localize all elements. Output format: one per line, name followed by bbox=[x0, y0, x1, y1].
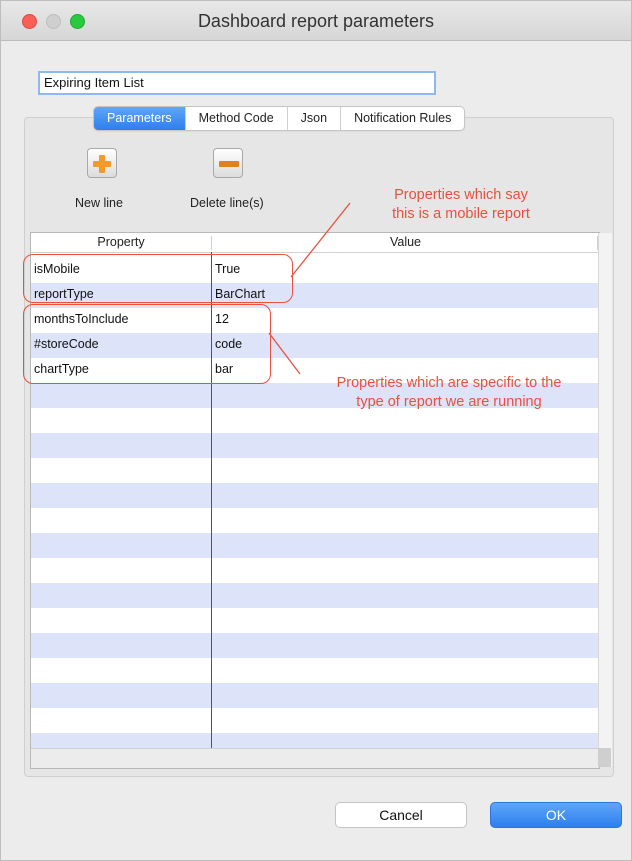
annotation-mobile-line2: this is a mobile report bbox=[392, 206, 530, 222]
annotation-arrows bbox=[268, 202, 351, 375]
annotation-specific: Properties which are specific to the typ… bbox=[296, 374, 602, 412]
annotation-mobile-line1: Properties which say bbox=[394, 187, 528, 203]
ok-button[interactable]: OK bbox=[490, 802, 622, 828]
annotation-mobile: Properties which say this is a mobile re… bbox=[336, 186, 586, 224]
annotation-specific-line2: type of report we are running bbox=[356, 394, 542, 410]
annotation-specific-line1: Properties which are specific to the bbox=[336, 375, 562, 391]
cancel-button[interactable]: Cancel bbox=[335, 802, 467, 828]
arrow-line-specific bbox=[268, 332, 301, 375]
